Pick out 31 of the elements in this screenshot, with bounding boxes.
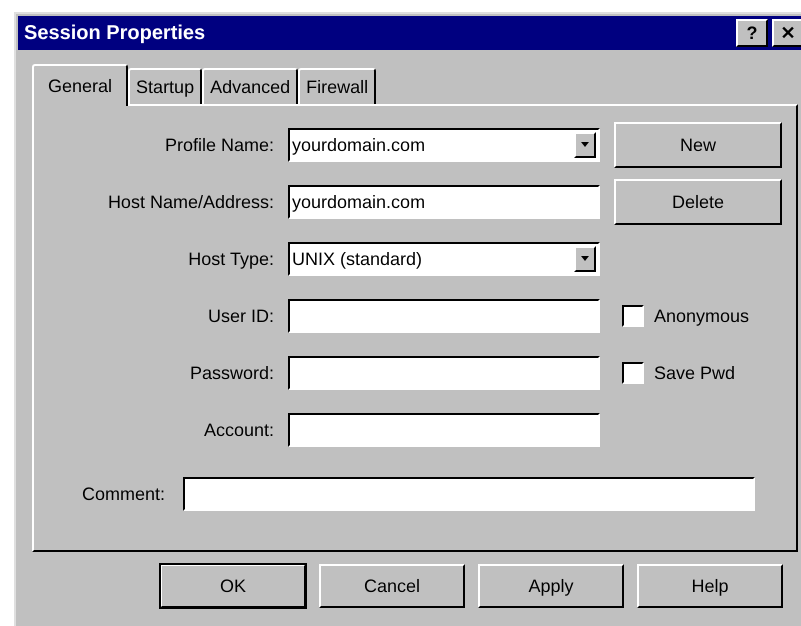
dropdown[interactable]: yourdomain.com: [288, 128, 600, 162]
comment-field[interactable]: [183, 477, 756, 511]
tab[interactable]: General: [32, 64, 128, 106]
field-label: Profile Name:: [164, 134, 274, 156]
dialog-button[interactable]: Cancel: [319, 564, 465, 608]
dialog-button[interactable]: Help: [637, 564, 783, 608]
checkbox-option[interactable]: Save Pwd: [614, 362, 782, 384]
dropdown[interactable]: UNIX (standard): [288, 242, 600, 276]
checkbox-option[interactable]: Anonymous: [614, 305, 782, 327]
help-button[interactable]: ?: [736, 19, 768, 47]
field-label: Host Type:: [187, 248, 274, 270]
input-field[interactable]: [288, 299, 600, 333]
tab[interactable]: Advanced: [202, 68, 298, 104]
input-field[interactable]: [288, 356, 600, 390]
dialog-button[interactable]: OK: [160, 564, 306, 608]
input-field[interactable]: yourdomain.com: [288, 185, 600, 219]
tab[interactable]: Startup: [128, 68, 202, 104]
field-label: Comment:: [82, 484, 166, 504]
field-label: Account:: [202, 420, 274, 440]
delete-button[interactable]: Delete: [614, 179, 782, 225]
tab[interactable]: Firewall: [298, 68, 376, 104]
field-label: Host Name/Address:: [106, 192, 274, 212]
checkbox[interactable]: [622, 305, 644, 327]
checkbox[interactable]: [622, 362, 644, 384]
input-field[interactable]: [288, 413, 600, 447]
window-title: Session Properties: [24, 22, 206, 44]
close-button[interactable]: ✕: [772, 19, 801, 47]
dialog-button[interactable]: Apply: [478, 564, 624, 608]
field-label: User ID:: [206, 306, 274, 326]
field-label: Password:: [188, 362, 274, 384]
new-button[interactable]: New: [614, 122, 782, 168]
